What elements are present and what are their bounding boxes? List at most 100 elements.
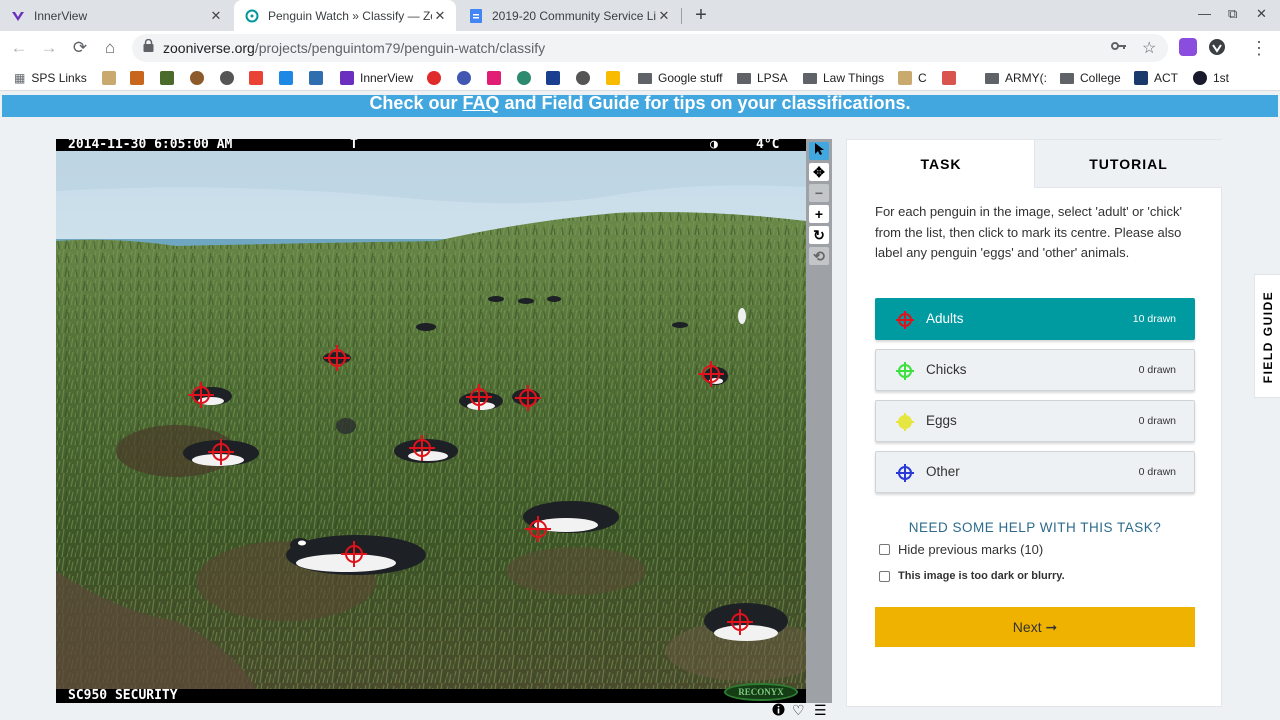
banner-text: Check our [369, 95, 463, 113]
bookmark-n[interactable] [487, 69, 507, 87]
n-app-icon [487, 71, 501, 85]
faq-link[interactable]: FAQ [462, 95, 499, 113]
bookmark-sps-links[interactable]: ▦ SPS Links [14, 69, 87, 87]
adult-mark[interactable] [208, 439, 234, 465]
adult-mark[interactable] [341, 541, 367, 567]
pan-tool-icon[interactable]: ✥ [809, 163, 829, 181]
tab-innerview[interactable]: InnerView ✕ [0, 0, 232, 31]
bookmark-innerview[interactable]: InnerView [340, 69, 413, 87]
tool-count: 0 drawn [1138, 466, 1176, 478]
info-icon[interactable] [772, 703, 785, 719]
bookmark-act[interactable]: ACT [1134, 69, 1178, 87]
add-to-collection-icon[interactable]: ☰ [814, 702, 827, 719]
menu-kebab-icon[interactable]: ⋮ [1248, 37, 1270, 59]
bookmark-icon-1[interactable] [102, 69, 122, 87]
zoom-in-icon[interactable]: + [809, 205, 829, 223]
bookmark-icon-colorful[interactable] [942, 69, 962, 87]
tab-strip: InnerView ✕ Penguin Watch » Classify — Z… [0, 0, 1280, 31]
hide-marks-option[interactable]: Hide previous marks (10) [879, 542, 1043, 557]
bookmark-gmail[interactable] [249, 69, 269, 87]
close-tab-icon[interactable]: ✕ [656, 8, 672, 24]
bookmark-college[interactable]: College [1060, 69, 1121, 87]
adult-mark[interactable] [727, 609, 753, 635]
bookmark-target[interactable] [427, 69, 447, 87]
subject-image-viewer[interactable]: 2014-11-30 6:05:00 AM T ◑ 4°C SC950 SECU… [56, 139, 806, 703]
bookmark-kahoot[interactable] [279, 69, 299, 87]
back-button[interactable]: ← [8, 37, 30, 59]
adult-mark[interactable] [188, 382, 214, 408]
bookmark-label: SPS Links [31, 71, 87, 85]
adult-mark[interactable] [525, 516, 551, 542]
minimize-button[interactable]: — [1198, 6, 1211, 21]
new-tab-button[interactable]: + [690, 5, 712, 27]
hide-marks-label: Hide previous marks (10) [898, 542, 1044, 557]
task-panel: TASK TUTORIAL For each penguin in the im… [846, 139, 1222, 707]
tool-eggs[interactable]: Eggs 0 drawn [875, 400, 1195, 442]
tab-tutorial[interactable]: TUTORIAL [1034, 140, 1222, 188]
zoom-out-icon[interactable]: − [809, 184, 829, 202]
close-tab-icon[interactable]: ✕ [208, 8, 224, 24]
restore-button[interactable]: ⧉ [1228, 6, 1237, 22]
next-button[interactable]: Next ➞ [875, 607, 1195, 647]
rotate-icon[interactable]: ↻ [809, 226, 829, 244]
shield-extension-icon[interactable] [1208, 38, 1226, 56]
bookmark-world[interactable] [576, 69, 596, 87]
pointer-tool-icon[interactable] [809, 142, 829, 160]
close-tab-icon[interactable]: ✕ [432, 8, 448, 24]
tool-other[interactable]: Other 0 drawn [875, 451, 1195, 493]
bookmark-icon-4[interactable] [190, 69, 210, 87]
home-button[interactable]: ⌂ [99, 37, 121, 59]
tool-chicks[interactable]: Chicks 0 drawn [875, 349, 1195, 391]
reset-view-icon[interactable]: ⟲ [809, 247, 829, 265]
bookmark-army[interactable]: ARMY(: [985, 69, 1047, 87]
bookmark-law-things[interactable]: Law Things [803, 69, 884, 87]
bookmark-quizlet[interactable] [457, 69, 477, 87]
tool-count: 10 drawn [1132, 313, 1176, 325]
key-icon[interactable] [1111, 39, 1127, 55]
adult-mark[interactable] [515, 385, 541, 411]
bookmark-icon-3[interactable] [160, 69, 180, 87]
bookmark-lpsa[interactable]: LPSA [737, 69, 788, 87]
bookmark-label: C [918, 71, 927, 85]
adult-mark[interactable] [698, 361, 724, 387]
field-guide-label: FIELD GUIDE [1261, 290, 1275, 384]
apps-grid-icon: ▦ [14, 71, 26, 85]
url-text[interactable]: zooniverse.org/projects/penguintom79/pen… [163, 40, 545, 56]
camera-datetime: 2014-11-30 6:05:00 AM [68, 139, 233, 152]
forward-button[interactable]: → [38, 37, 60, 59]
field-guide-tab[interactable]: FIELD GUIDE [1254, 274, 1280, 398]
too-dark-option[interactable]: This image is too dark or blurry. [879, 570, 1065, 582]
close-window-button[interactable]: ✕ [1256, 6, 1267, 22]
tool-adults[interactable]: Adults 10 drawn [875, 298, 1195, 340]
reload-button[interactable]: ⟳ [69, 37, 91, 59]
tab-community-service[interactable]: 2019-20 Community Service List ✕ [458, 0, 680, 31]
bookmark-classroom[interactable] [606, 69, 626, 87]
too-dark-checkbox[interactable] [879, 570, 890, 582]
tab-task[interactable]: TASK [847, 140, 1035, 188]
favorite-heart-icon[interactable]: ♡ [792, 702, 805, 719]
bookmark-icon-5[interactable] [220, 69, 240, 87]
adult-mark[interactable] [324, 345, 350, 371]
url-path: /projects/penguintom79/penguin-watch/cla… [254, 40, 546, 56]
bookmark-icon-2[interactable] [130, 69, 150, 87]
address-bar[interactable]: zooniverse.org/projects/penguintom79/pen… [132, 34, 1168, 62]
adult-mark[interactable] [409, 435, 435, 461]
bookmark-1st[interactable]: 1st [1193, 69, 1229, 87]
bookmark-star-icon[interactable]: ☆ [1142, 38, 1156, 58]
task-help-link[interactable]: NEED SOME HELP WITH THIS TASK? [847, 520, 1223, 535]
bookmark-google-stuff[interactable]: Google stuff [638, 69, 723, 87]
penguin-colony-photo[interactable] [56, 151, 806, 689]
bookmark-shield[interactable] [309, 69, 329, 87]
folder-icon [737, 72, 751, 84]
bookmark-globe[interactable] [517, 69, 537, 87]
extension-icon[interactable] [1179, 38, 1197, 56]
bookmark-label: Law Things [823, 71, 885, 85]
app-icon [942, 71, 956, 85]
bookmark-hac[interactable] [546, 69, 566, 87]
adult-mark[interactable] [466, 384, 492, 410]
bookmark-label: ACT [1154, 71, 1178, 85]
tab-penguin-watch[interactable]: Penguin Watch » Classify — Zoo ✕ [234, 0, 456, 31]
lock-icon[interactable] [143, 38, 154, 55]
bookmark-c[interactable]: C [898, 69, 927, 87]
hide-marks-checkbox[interactable] [879, 544, 890, 555]
